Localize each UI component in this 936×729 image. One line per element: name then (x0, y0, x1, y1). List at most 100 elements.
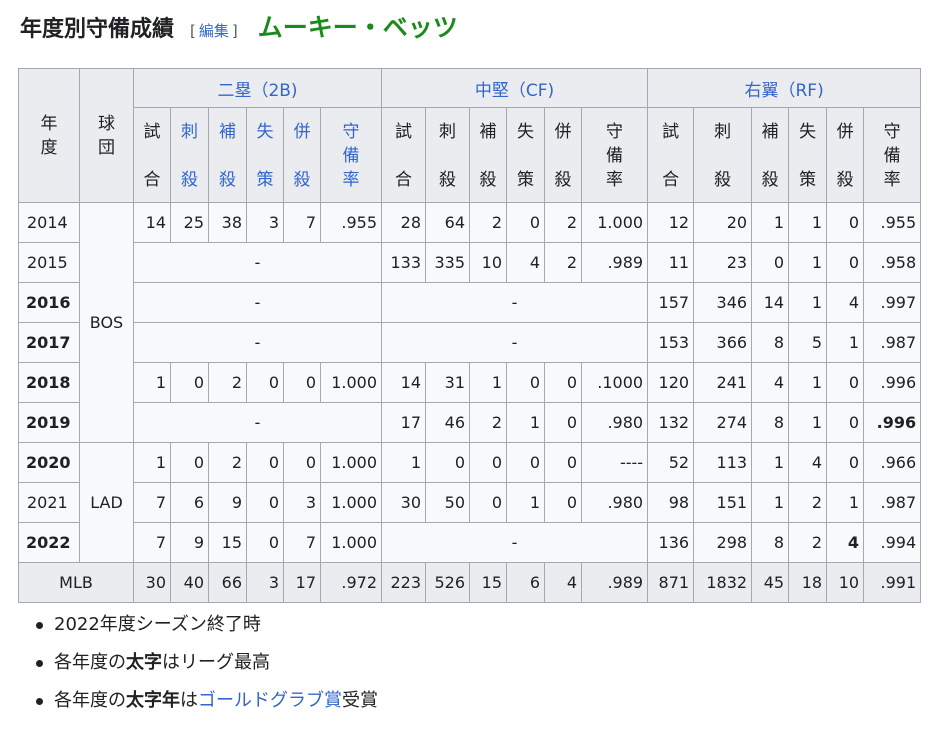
stat-cell: 113 (693, 442, 753, 483)
total-cell: 223 (381, 562, 427, 603)
stat-cell: 157 (647, 282, 695, 323)
header-errors[interactable]: 失策 (246, 107, 284, 203)
header-putouts: 刺殺 (693, 107, 753, 203)
total-cell: 40 (170, 562, 209, 603)
stat-cell: 0 (544, 402, 583, 443)
stat-cell: 1.000 (319, 362, 383, 403)
table-row: 2015 - 133 335 10 4 2 .989 11 23 0 1 0 .… (18, 242, 922, 283)
stat-cell: 7 (133, 482, 171, 523)
stat-cell: .987 (863, 322, 922, 363)
stat-cell: 30 (381, 482, 427, 523)
fielding-stats-table: 年度 球団 二塁（2B) 中堅（CF) 右翼（RF) 試合 刺殺 補殺 失策 併… (18, 68, 922, 603)
year-cell: 2017 (18, 322, 80, 363)
stat-cell: 0 (751, 242, 790, 283)
header-year: 年度 (18, 68, 80, 203)
stat-cell: 1.000 (581, 202, 649, 243)
empty-cell: - (132, 402, 383, 443)
position-header-rf[interactable]: 右翼（RF) (647, 68, 922, 108)
stat-cell: 2 (544, 202, 583, 243)
stat-cell: 2 (544, 242, 583, 283)
year-cell: 2018 (18, 362, 80, 403)
stat-cell: 1.000 (319, 482, 383, 523)
note-text: はリーグ最高 (162, 652, 270, 673)
stat-cell: 0 (826, 402, 865, 443)
stat-cell: ---- (581, 442, 649, 483)
header-putouts[interactable]: 刺殺 (170, 107, 209, 203)
stat-cell: 1 (506, 482, 546, 523)
stat-cell: 2 (208, 442, 247, 483)
stat-cell: 52 (647, 442, 695, 483)
stat-cell: 12 (647, 202, 695, 243)
stat-cell: 0 (283, 362, 321, 403)
stat-cell: 0 (544, 362, 583, 403)
year-cell: 2016 (18, 282, 80, 323)
stat-cell: .997 (863, 282, 922, 323)
stat-cell: 2 (788, 482, 828, 523)
header-double-plays[interactable]: 併殺 (283, 107, 321, 203)
empty-cell: - (132, 242, 383, 283)
total-cell: 871 (647, 562, 695, 603)
stat-cell: 0 (246, 522, 284, 563)
stat-cell: 11 (647, 242, 695, 283)
stat-cell: 1.000 (319, 442, 383, 483)
header-assists: 補殺 (469, 107, 508, 203)
total-cell: .972 (319, 562, 383, 603)
stat-cell: 0 (826, 442, 865, 483)
header-fielding-pct[interactable]: 守備率 (319, 107, 383, 203)
table-row: 2017 - - 153 366 8 5 1 .987 (18, 322, 922, 363)
stat-cell: .966 (863, 442, 922, 483)
total-cell: 4 (544, 562, 583, 603)
section-header: 年度別守備成績 [編集] ムーキー・ベッツ (20, 8, 458, 44)
note-bold-text: 太字 (126, 652, 162, 673)
stat-cell: .955 (319, 202, 383, 243)
stat-cell: 14 (381, 362, 427, 403)
header-putouts: 刺殺 (425, 107, 471, 203)
total-row: MLB 30 40 66 3 17 .972 223 526 15 6 4 .9… (18, 562, 922, 603)
stat-cell: 7 (133, 522, 171, 563)
total-cell: 10 (826, 562, 865, 603)
stat-cell: 335 (425, 242, 471, 283)
edit-section: [編集] (190, 20, 238, 41)
total-cell: .991 (863, 562, 922, 603)
stat-cell: 4 (506, 242, 546, 283)
edit-bracket-close: ] (231, 22, 238, 40)
stat-cell: 8 (751, 322, 790, 363)
position-header-cf[interactable]: 中堅（CF) (381, 68, 649, 108)
stat-cell: 241 (693, 362, 753, 403)
year-cell: 2021 (18, 482, 80, 523)
stat-cell: 6 (170, 482, 209, 523)
table-row: 2022 7 9 15 0 7 1.000 - 136 298 8 2 4 .9… (18, 522, 922, 563)
stat-cell: 28 (381, 202, 427, 243)
stat-cell: 1 (469, 362, 508, 403)
note-item: 2022年度シーズン終了時 (28, 606, 378, 644)
stat-cell: 20 (693, 202, 753, 243)
header-assists[interactable]: 補殺 (208, 107, 247, 203)
table-row: 2014 BOS 14 25 38 3 7 .955 28 64 2 0 2 1… (18, 202, 922, 443)
stat-cell: 1 (788, 362, 828, 403)
stat-cell: 120 (647, 362, 695, 403)
table-row: 2021 7 6 9 0 3 1.000 30 50 0 1 0 .980 98… (18, 482, 922, 523)
stat-cell: 1 (133, 442, 171, 483)
stat-cell: 1 (506, 402, 546, 443)
gold-glove-link[interactable]: ゴールドグラブ賞 (198, 690, 342, 711)
header-errors: 失策 (506, 107, 546, 203)
edit-link[interactable]: 編集 (199, 22, 229, 40)
section-title: 年度別守備成績 (20, 17, 175, 42)
stat-cell: 3 (283, 482, 321, 523)
stat-cell: 1 (381, 442, 427, 483)
stat-cell: .1000 (581, 362, 649, 403)
position-header-2b[interactable]: 二塁（2B) (132, 68, 383, 108)
stat-cell: 0 (246, 442, 284, 483)
stat-cell: 15 (208, 522, 247, 563)
stat-cell: 98 (647, 482, 695, 523)
stat-cell: 0 (425, 442, 471, 483)
stat-cell: 0 (506, 442, 546, 483)
header-fielding-pct: 守備率 (581, 107, 649, 203)
stat-cell: 0 (469, 442, 508, 483)
stat-cell-league-best: .996 (863, 402, 922, 443)
stat-cell: .980 (581, 482, 649, 523)
player-name: ムーキー・ベッツ (257, 13, 458, 42)
stat-cell: 5 (788, 322, 828, 363)
stat-cell: 1 (788, 202, 828, 243)
stat-cell: 0 (170, 362, 209, 403)
